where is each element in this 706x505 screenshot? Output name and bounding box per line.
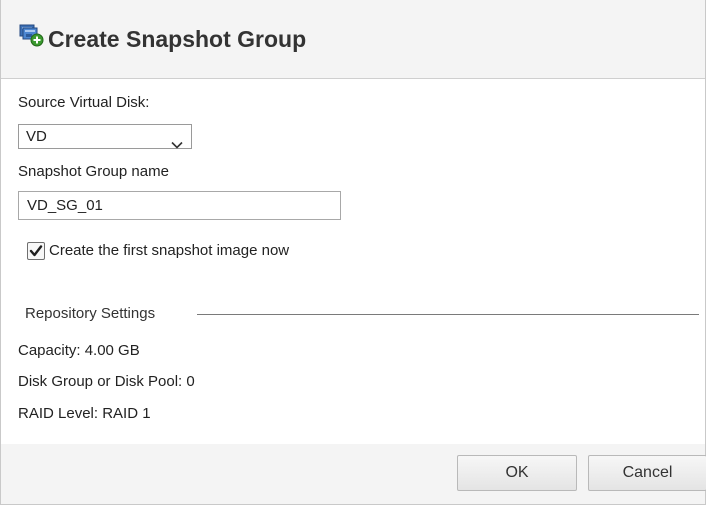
raid-level-text: RAID Level: RAID 1 — [18, 405, 151, 422]
snapshot-group-name-input[interactable] — [18, 191, 341, 220]
snapshot-group-name-label: Snapshot Group name — [18, 163, 169, 180]
source-virtual-disk-select[interactable]: VD — [18, 124, 192, 149]
section-divider — [197, 314, 699, 315]
dialog-titlebar: Create Snapshot Group — [1, 0, 705, 79]
create-snapshot-group-dialog: Create Snapshot Group Source Virtual Dis… — [0, 0, 706, 505]
source-virtual-disk-value: VD — [26, 128, 47, 145]
checkmark-icon — [29, 245, 43, 257]
snapshot-add-icon — [18, 22, 44, 48]
ok-button[interactable]: OK — [457, 455, 577, 491]
first-snapshot-label[interactable]: Create the first snapshot image now — [49, 242, 289, 259]
capacity-text: Capacity: 4.00 GB — [18, 342, 140, 359]
chevron-down-icon — [171, 133, 183, 149]
first-snapshot-checkbox[interactable] — [27, 242, 45, 260]
cancel-button[interactable]: Cancel — [588, 455, 706, 491]
disk-group-text: Disk Group or Disk Pool: 0 — [18, 373, 195, 390]
dialog-title: Create Snapshot Group — [48, 26, 307, 52]
source-virtual-disk-label: Source Virtual Disk: — [18, 94, 150, 111]
repository-settings-heading: Repository Settings — [25, 305, 156, 322]
